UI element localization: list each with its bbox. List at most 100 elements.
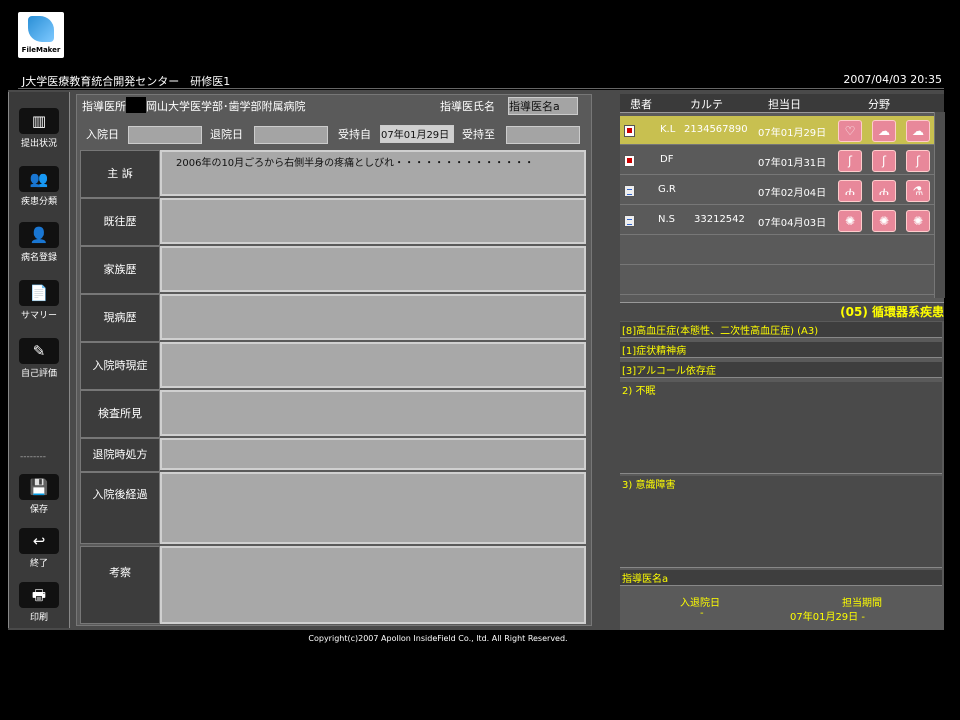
row-label-family-history: 家族歴 (80, 246, 160, 294)
save-label: 保存 (29, 505, 48, 515)
save-button[interactable]: 💾 保存 (9, 474, 69, 515)
filemaker-logo: FileMaker (18, 12, 64, 58)
charge-to-label: 受持至 (462, 128, 495, 141)
period-value-right: 07年01月29日 - (790, 612, 865, 623)
family-history-field[interactable] (160, 246, 586, 292)
patient-list-scrollbar[interactable] (934, 112, 945, 298)
checkbox[interactable] (624, 215, 635, 227)
chart-number: 2134567890 (684, 124, 748, 135)
chart-number: 33212542 (694, 214, 745, 225)
supervisor-hospital-label: 指導医所 (82, 100, 126, 113)
table-row-empty (620, 236, 934, 265)
person-icon: 👤 (19, 222, 59, 248)
diagnosis-item[interactable]: [3]アルコール依存症 (620, 362, 942, 378)
present-illness-field[interactable] (160, 294, 586, 340)
period-value-left: - (700, 608, 704, 619)
supervisor-name: 指導医名a (620, 570, 942, 586)
lungs-icon[interactable]: ሐ (838, 180, 862, 202)
charge-date: 07年02月04日 (758, 188, 827, 199)
virus-icon[interactable]: ✺ (838, 210, 862, 232)
checkbox[interactable] (624, 185, 635, 197)
table-row-empty (620, 266, 934, 295)
patient-table-header: 患者 カルテ 担当日 分野 (620, 94, 944, 113)
diagnosis-note[interactable]: 2) 不眠 (620, 382, 942, 474)
exam-findings-field[interactable] (160, 390, 586, 436)
sidebar-item-label: 提出状況 (20, 139, 57, 149)
diagnosis-note[interactable]: 3) 意識障害 (620, 476, 942, 568)
stomach-icon[interactable]: ʃ (838, 150, 862, 172)
department-title: (05) 循環器系疾患 (620, 302, 944, 321)
charge-from-field[interactable]: 07年01月29日 (380, 125, 454, 143)
row-label-chief-complaint: 主 訴 (80, 150, 160, 198)
window-title: J大学医療教育統合開発センター 研修医1 (22, 75, 231, 88)
col-header-chart: カルテ (690, 98, 723, 111)
return-arrow-icon: ↩ (19, 528, 59, 554)
heart-icon[interactable]: ♡ (838, 120, 862, 142)
exit-label: 終了 (29, 559, 48, 569)
discharge-prescription-field[interactable] (160, 438, 586, 470)
discussion-field[interactable] (160, 546, 586, 624)
row-label-discharge-prescription: 退院時処方 (80, 438, 160, 472)
sidebar-item-label: サマリー (20, 311, 57, 321)
patient-name: DF (660, 154, 674, 165)
post-admission-course-field[interactable] (160, 472, 586, 544)
patient-name: N.S (658, 214, 676, 225)
sidebar-item-disease-classification[interactable]: 👥 疾患分類 (9, 166, 69, 207)
diagnosis-item[interactable]: [8]高血圧症(本態性、二次性高血圧症) (A3) (620, 322, 942, 338)
flask-icon[interactable]: ⚗ (906, 180, 930, 202)
stomach-icon[interactable]: ʃ (906, 150, 930, 172)
row-label-past-history: 既往歴 (80, 198, 160, 246)
virus-icon[interactable]: ✺ (872, 210, 896, 232)
row-label-exam-findings: 検査所見 (80, 390, 160, 438)
col-header-patient: 患者 (630, 98, 652, 111)
exit-button[interactable]: ↩ 終了 (9, 528, 69, 569)
notepad-edit-icon: ✎ (19, 338, 59, 364)
checkbox[interactable] (624, 155, 635, 167)
charge-to-field[interactable] (506, 126, 580, 144)
print-button[interactable]: 🖶 印刷 (9, 582, 69, 623)
charge-date: 07年01月29日 (758, 128, 827, 139)
sidebar-item-summary[interactable]: 📄 サマリー (9, 280, 69, 321)
chief-complaint-field[interactable]: 2006年の10月ごろから右側半身の疼痛としびれ・・・・・・・・・・・・・・ (160, 150, 586, 196)
sidebar-item-disease-registration[interactable]: 👤 病名登録 (9, 222, 69, 263)
redacted-block (126, 97, 146, 113)
table-row[interactable]: DF 07年01月31日 ʃ ʃ ʃ (620, 146, 934, 175)
sidebar: ▥ 提出状況 👥 疾患分類 👤 病名登録 📄 サマリー ✎ 自己評価 💾 保存 … (8, 92, 70, 628)
table-row[interactable]: K.L 2134567890 07年01月29日 ♡ ☁ ☁ (620, 116, 934, 145)
copyright: Copyright(c)2007 Apollon InsideField Co.… (308, 634, 568, 643)
supervisor-name-field[interactable]: 指導医名a (508, 97, 578, 115)
patient-name: G.R (658, 184, 676, 195)
virus-icon[interactable]: ✺ (906, 210, 930, 232)
col-header-field: 分野 (868, 98, 890, 111)
admission-findings-field[interactable] (160, 342, 586, 388)
stomach-icon[interactable]: ʃ (872, 150, 896, 172)
printer-icon: 🖶 (19, 582, 59, 608)
sidebar-item-self-evaluation[interactable]: ✎ 自己評価 (9, 338, 69, 379)
admission-label: 入院日 (86, 128, 119, 141)
table-row[interactable]: G.R 07年02月04日 ሐ ሐ ⚗ (620, 176, 934, 205)
discharge-date-field[interactable] (254, 126, 328, 144)
row-label-admission-findings: 入院時現症 (80, 342, 160, 390)
bar-chart-icon: ▥ (19, 108, 59, 134)
past-history-field[interactable] (160, 198, 586, 244)
sidebar-item-label: 病名登録 (20, 253, 57, 263)
filemaker-logo-icon (28, 16, 54, 42)
sidebar-item-submission-status[interactable]: ▥ 提出状況 (9, 108, 69, 149)
period-label-left: 入退院日 (680, 598, 720, 609)
checkbox[interactable] (624, 125, 635, 137)
table-row[interactable]: N.S 33212542 07年04月03日 ✺ ✺ ✺ (620, 206, 934, 235)
lungs-icon[interactable]: ሐ (872, 180, 896, 202)
row-label-present-illness: 現病歴 (80, 294, 160, 342)
print-label: 印刷 (29, 613, 48, 623)
diagnosis-item[interactable]: [1]症状精神病 (620, 342, 942, 358)
charge-date: 07年04月03日 (758, 218, 827, 229)
brain-icon[interactable]: ☁ (906, 120, 930, 142)
period-label-right: 担当期間 (842, 598, 882, 609)
brain-icon[interactable]: ☁ (872, 120, 896, 142)
row-label-post-admission-course: 入院後経過 (80, 472, 160, 544)
admission-date-field[interactable] (128, 126, 202, 144)
supervisor-name-label: 指導医氏名 (440, 100, 495, 113)
datetime: 2007/04/03 20:35 (843, 73, 942, 86)
hospital-name: 岡山大学医学部･歯学部附属病院 (146, 100, 306, 113)
row-label-discussion: 考察 (80, 546, 160, 624)
